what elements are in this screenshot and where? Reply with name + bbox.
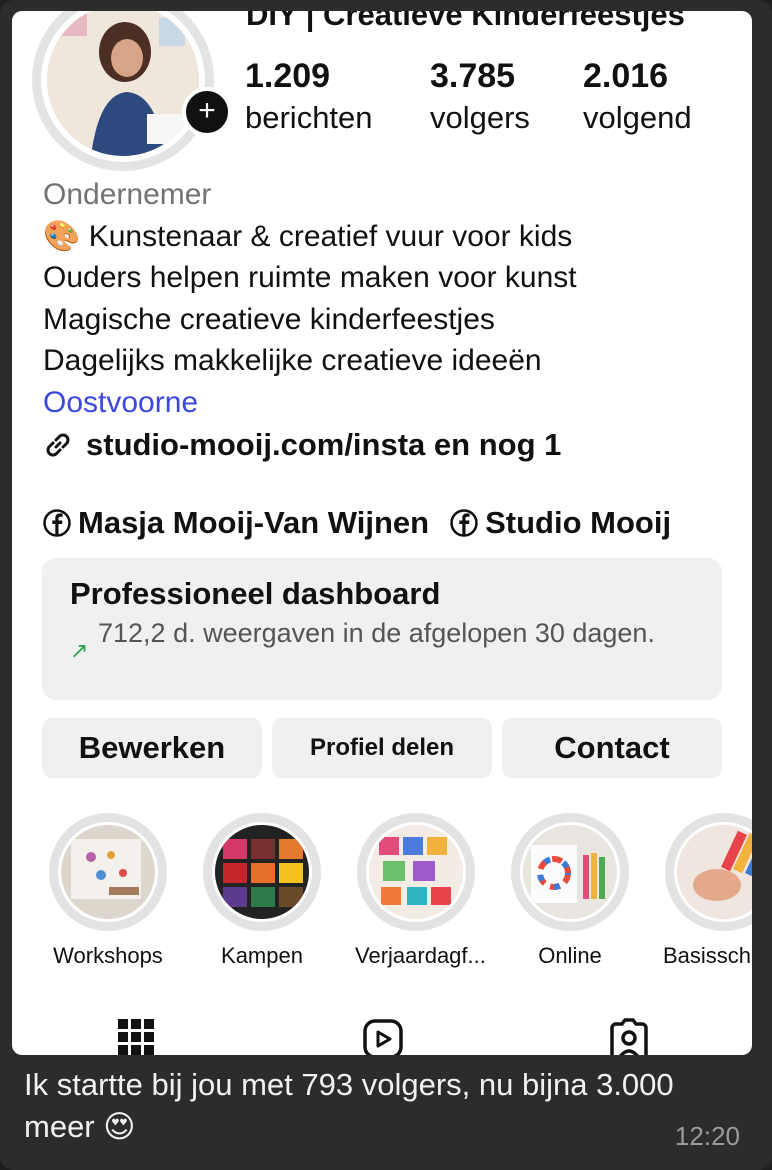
tagged-icon[interactable] [608, 1018, 650, 1055]
highlight-verjaardag[interactable]: Verjaardagf... [355, 813, 486, 969]
highlight-cover [212, 822, 312, 922]
facebook-link-page[interactable]: Studio Mooij [449, 505, 671, 541]
grid-icon[interactable] [118, 1019, 154, 1055]
bio-line-2: Ouders helpen ruimte maken voor kunst [43, 261, 577, 294]
share-profile-button[interactable]: Profiel delen [272, 718, 492, 778]
professional-dashboard[interactable]: Professioneel dashboard ↗ 712,2 d. weerg… [42, 558, 722, 700]
highlight-online[interactable]: Online [509, 813, 631, 969]
reels-icon[interactable] [362, 1018, 404, 1055]
profile-bio: Ondernemer 🎨 Kunstenaar & creatief vuur … [43, 174, 577, 423]
website-link[interactable]: studio-mooij.com/insta en nog 1 [42, 427, 561, 463]
facebook-links: Masja Mooij-Van Wijnen Studio Mooij [42, 505, 691, 541]
profile-tab-bar [12, 1014, 752, 1055]
bio-line-3: Magische creatieve kinderfeestjes [43, 302, 495, 336]
dashboard-title: Professioneel dashboard [70, 576, 441, 611]
highlight-cover [674, 822, 752, 922]
avatar-photo [47, 11, 199, 156]
profile-name: DIY | Creatieve Kinderfeestjes [246, 11, 685, 32]
stat-following[interactable]: 2.016 volgend [583, 57, 692, 136]
add-story-icon[interactable]: + [182, 87, 232, 137]
message-bubble[interactable]: DIY | Creatieve Kinderfeestjes + 1.209 b… [0, 0, 772, 1170]
contact-button[interactable]: Contact [502, 718, 722, 778]
highlight-basisschool[interactable]: Basissch [663, 813, 752, 969]
bio-line-4: Dagelijks makkelijke creatieve ideeën [43, 344, 542, 377]
location-link[interactable]: Oostvoorne [43, 382, 577, 424]
avatar[interactable]: + [32, 11, 232, 171]
dashboard-subtitle: 712,2 d. weergaven in de afgelopen 30 da… [98, 618, 655, 648]
profile-category: Ondernemer [43, 178, 212, 211]
message-timestamp: 12:20 [674, 1121, 740, 1151]
highlight-cover [58, 822, 158, 922]
highlight-workshops[interactable]: Workshops [47, 813, 169, 969]
facebook-icon [450, 509, 478, 537]
trend-up-icon: ↗ [70, 638, 89, 663]
facebook-icon [43, 509, 71, 537]
stat-posts[interactable]: 1.209 berichten [245, 57, 373, 136]
heart-eyes-emoji-icon: 😍 [103, 1109, 136, 1144]
highlight-cover [520, 822, 620, 922]
instagram-profile-screenshot[interactable]: DIY | Creatieve Kinderfeestjes + 1.209 b… [12, 11, 752, 1055]
edit-profile-button[interactable]: Bewerken [42, 718, 262, 778]
highlight-kampen[interactable]: Kampen [201, 813, 323, 969]
stat-followers[interactable]: 3.785 volgers [430, 57, 530, 136]
palette-icon: 🎨 [43, 219, 81, 253]
bio-line-1: 🎨 Kunstenaar & creatief vuur voor kids [43, 219, 573, 253]
facebook-link-personal[interactable]: Masja Mooij-Van Wijnen [42, 505, 429, 541]
highlight-cover [366, 822, 466, 922]
link-icon [46, 433, 70, 457]
message-text: Ik startte bij jou met 793 volgers, nu b… [24, 1067, 674, 1144]
